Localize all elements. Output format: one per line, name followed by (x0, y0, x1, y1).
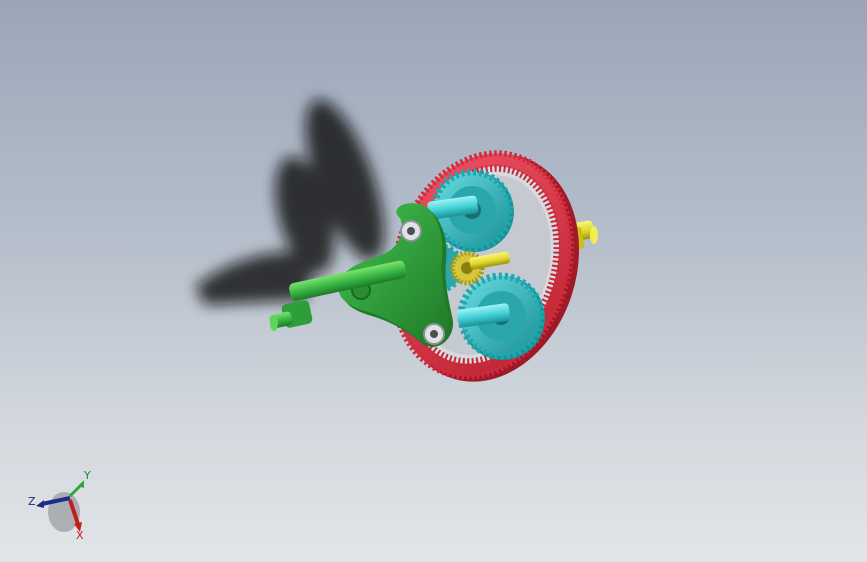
triad-x-label: X (76, 529, 84, 542)
triad-z-label: Z (28, 495, 36, 508)
planetary-gearbox-model[interactable] (0, 0, 867, 562)
graphics-viewport[interactable]: Y Z X (0, 0, 867, 562)
reference-triad-icon: Y Z X (22, 466, 102, 546)
triad-y-label: Y (84, 469, 91, 482)
